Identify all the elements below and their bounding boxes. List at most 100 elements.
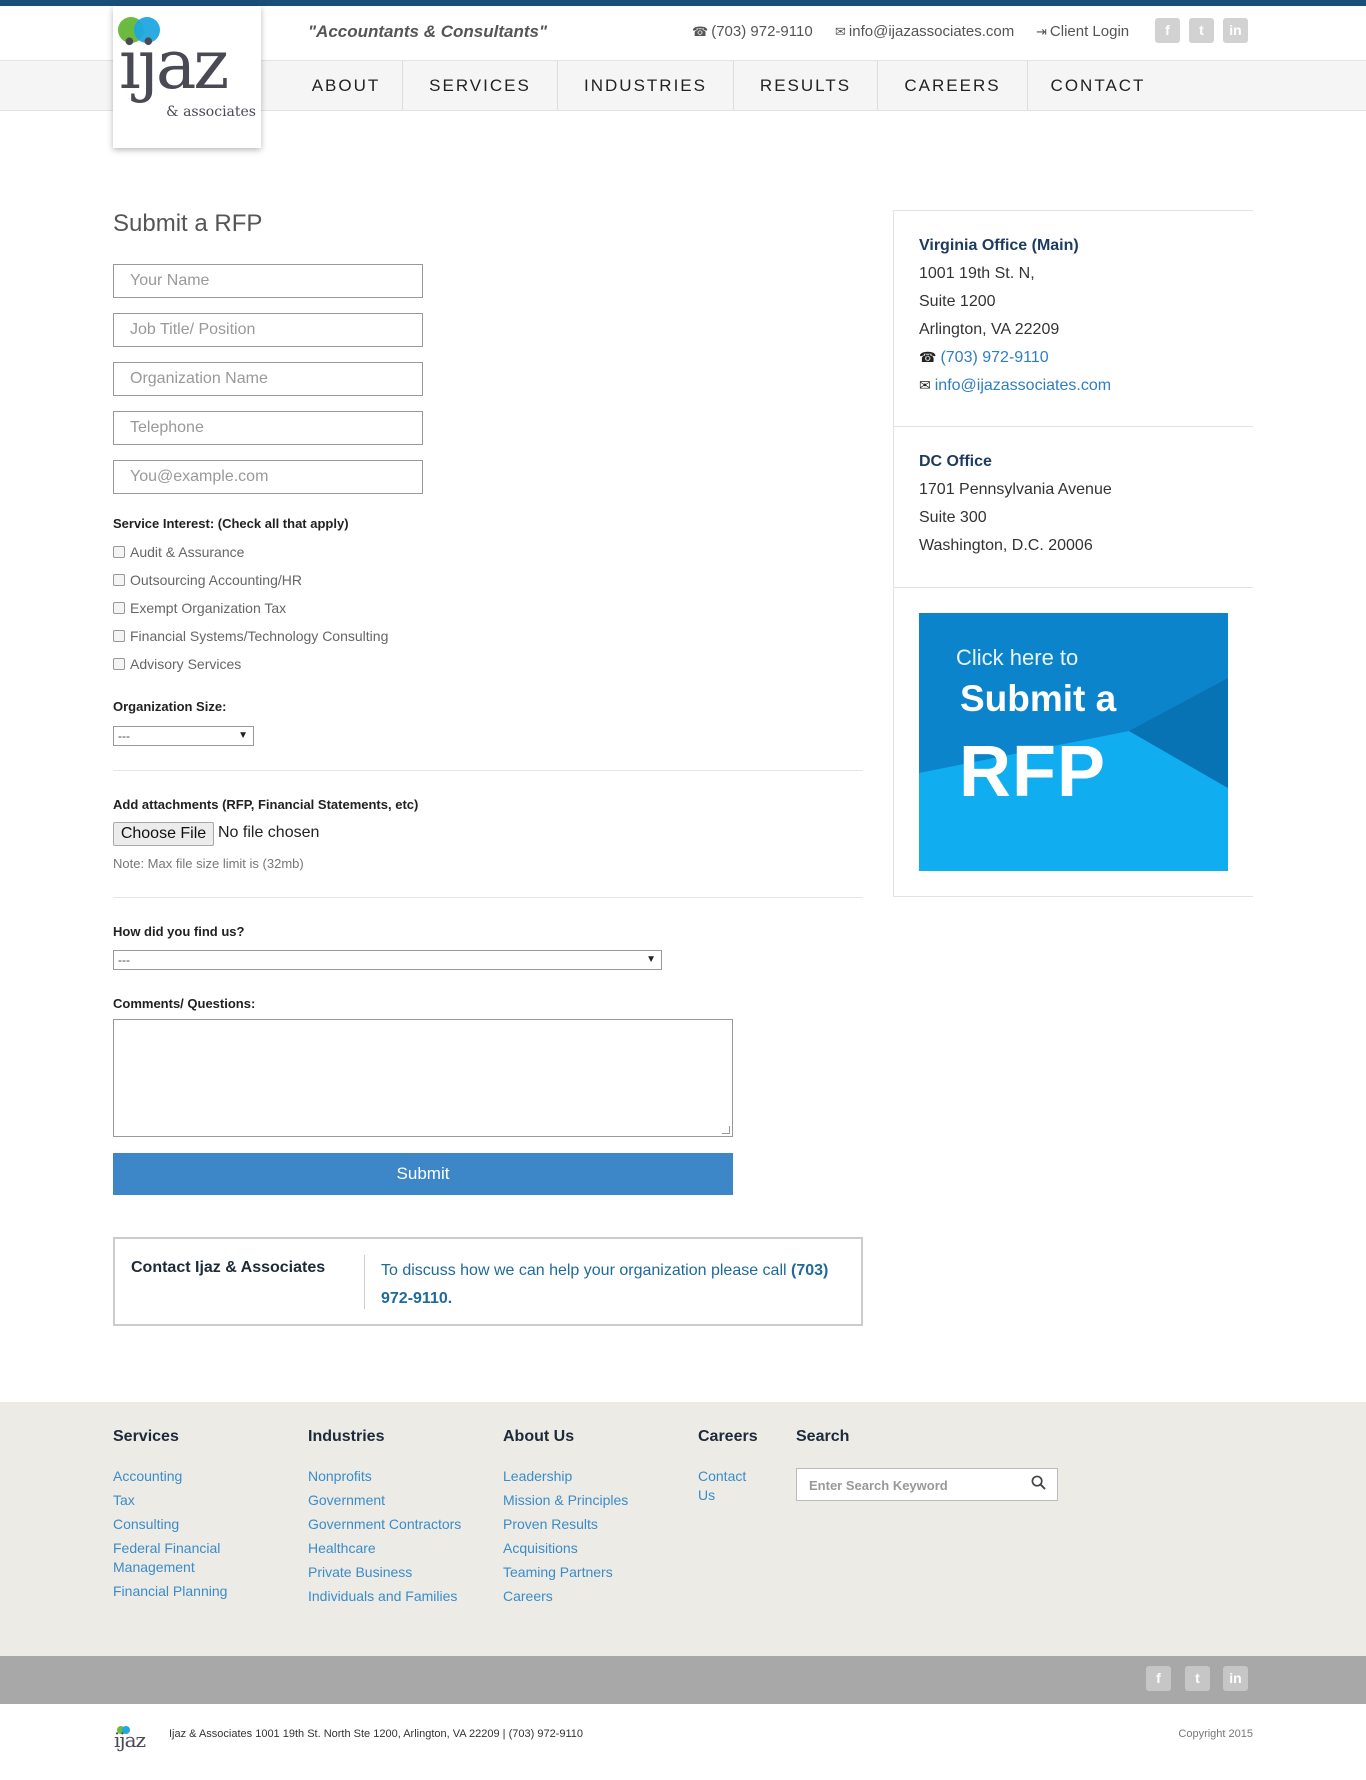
sidebar-divider [893,587,1253,588]
va-address-line-3: Arlington, VA 22209 [919,321,1060,338]
footer-link-careers[interactable]: Careers [503,1587,553,1606]
file-status: No file chosen [218,824,320,841]
footer-link-mission[interactable]: Mission & Principles [503,1491,628,1510]
va-address-line-2: Suite 1200 [919,293,996,310]
contact-callout-title: Contact Ijaz & Associates [131,1259,326,1276]
va-address-line-1: 1001 19th St. N, [919,265,1035,282]
footer [0,1402,1366,1656]
checkbox[interactable] [113,630,125,642]
contact-callout-message: To discuss how we can help your organiza… [381,1262,792,1279]
job-title-field[interactable]: Job Title/ Position [113,313,423,347]
find-us-select[interactable]: --- ▼ [113,950,662,970]
checkbox[interactable] [113,546,125,558]
logo-subtitle: & associates [166,104,256,120]
sidebar-divider [893,896,1253,897]
dc-address-line-1: 1701 Pennsylvania Avenue [919,481,1112,498]
header-phone[interactable]: ☎ (703) 972-9110 [692,23,813,40]
sidebar-divider [893,426,1253,427]
copyright: Copyright 2015 [1178,1728,1253,1740]
comments-textarea[interactable] [113,1019,733,1137]
divider [113,770,863,771]
footer-link-proven-results[interactable]: Proven Results [503,1515,598,1534]
checkbox-label: Exempt Organization Tax [130,600,287,616]
submit-button[interactable]: Submit [113,1153,733,1195]
logo-wordmark: ijaz [119,26,229,105]
nav-results[interactable]: RESULTS [734,61,877,110]
footer-link-contact-us[interactable]: Contact Us [698,1467,753,1505]
header-email[interactable]: ✉ info@ijazassociates.com [835,23,1014,40]
checkbox-label: Outsourcing Accounting/HR [130,572,302,588]
nav-about[interactable]: ABOUT [290,61,402,110]
footer-link-private-business[interactable]: Private Business [308,1563,412,1582]
footer-link-federal-financial[interactable]: Federal Financial Management [113,1539,263,1577]
footer-about-heading: About Us [503,1428,575,1445]
chevron-down-icon: ▼ [646,954,656,965]
org-size-value: --- [118,729,130,743]
find-us-value: --- [118,953,130,967]
contact-callout-text: To discuss how we can help your organiza… [381,1257,831,1313]
org-size-select[interactable]: --- ▼ [113,726,254,746]
service-checkbox-outsourcing[interactable]: Outsourcing Accounting/HR [113,572,302,588]
organization-field[interactable]: Organization Name [113,362,423,396]
login-icon: ⇥ [1036,24,1047,39]
footer-link-government-contractors[interactable]: Government Contractors [308,1515,461,1534]
email-field[interactable]: You@example.com [113,460,423,494]
nav-services[interactable]: SERVICES [403,61,557,110]
footer-link-teaming-partners[interactable]: Teaming Partners [503,1563,613,1582]
submit-rfp-banner[interactable]: Click here to Submit a RFP [919,613,1228,871]
footer-link-government[interactable]: Government [308,1491,385,1510]
linkedin-icon[interactable]: in [1223,18,1248,43]
footer-logo[interactable]: ijaz [113,1720,149,1756]
service-checkbox-advisory[interactable]: Advisory Services [113,656,241,672]
search-icon[interactable] [1031,1475,1046,1490]
footer-link-leadership[interactable]: Leadership [503,1467,572,1486]
footer-services-heading: Services [113,1428,179,1445]
client-login-link[interactable]: ⇥ Client Login [1036,23,1129,40]
banner-big-text: RFP [959,732,1106,812]
page-title: Submit a RFP [113,210,263,237]
footer-link-consulting[interactable]: Consulting [113,1515,179,1534]
service-checkbox-financial-systems[interactable]: Financial Systems/Technology Consulting [113,628,388,644]
choose-file-button[interactable]: Choose File [113,822,214,846]
search-placeholder: Enter Search Keyword [809,1478,948,1493]
twitter-icon[interactable]: t [1189,18,1214,43]
org-size-label: Organization Size: [113,699,227,714]
footer-link-financial-planning[interactable]: Financial Planning [113,1582,227,1601]
footer-link-individuals[interactable]: Individuals and Families [308,1587,457,1606]
facebook-icon[interactable]: f [1146,1666,1171,1691]
checkbox[interactable] [113,574,125,586]
footer-search-input[interactable]: Enter Search Keyword [796,1468,1058,1501]
nav-careers[interactable]: CAREERS [878,61,1027,110]
linkedin-icon[interactable]: in [1223,1666,1248,1691]
nav-contact[interactable]: CONTACT [1028,61,1168,110]
twitter-icon[interactable]: t [1185,1666,1210,1691]
service-interest-label: Service Interest: (Check all that apply) [113,516,349,531]
site-logo[interactable]: ijaz & associates [113,6,261,148]
dc-office-name: DC Office [919,453,992,470]
footer-link-healthcare[interactable]: Healthcare [308,1539,376,1558]
checkbox[interactable] [113,602,125,614]
checkbox-label: Audit & Assurance [130,544,245,560]
va-email-text: info@ijazassociates.com [934,377,1112,394]
telephone-field[interactable]: Telephone [113,411,423,445]
footer-industries-heading: Industries [308,1428,385,1445]
footer-logo-wordmark: ijaz [114,1728,146,1752]
va-email-link[interactable]: ✉ info@ijazassociates.com [919,377,1111,395]
footer-link-accounting[interactable]: Accounting [113,1467,182,1486]
footer-link-tax[interactable]: Tax [113,1491,135,1510]
footer-link-nonprofits[interactable]: Nonprofits [308,1467,372,1486]
nav-industries[interactable]: INDUSTRIES [558,61,733,110]
service-checkbox-audit[interactable]: Audit & Assurance [113,544,244,560]
resize-handle-icon[interactable] [722,1126,730,1134]
footer-bottom [0,1704,1366,1780]
find-us-label: How did you find us? [113,924,245,939]
name-field[interactable]: Your Name [113,264,423,298]
checkbox[interactable] [113,658,125,670]
facebook-icon[interactable]: f [1155,18,1180,43]
service-checkbox-exempt-tax[interactable]: Exempt Organization Tax [113,600,286,616]
footer-link-acquisitions[interactable]: Acquisitions [503,1539,578,1558]
header-email-text: info@ijazassociates.com [848,23,1015,40]
checkbox-label: Advisory Services [130,656,242,672]
client-login-text: Client Login [1049,23,1130,40]
va-phone-link[interactable]: ☎ (703) 972-9110 [919,349,1049,367]
